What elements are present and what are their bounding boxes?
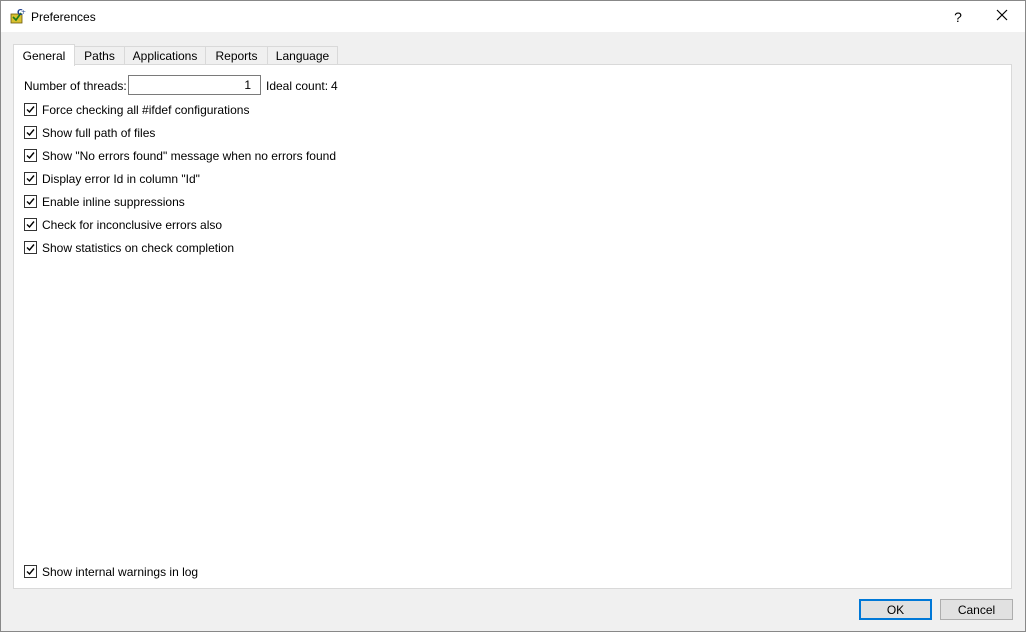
checkbox[interactable] bbox=[24, 126, 37, 139]
ok-button-label: OK bbox=[886, 602, 905, 617]
option-label: Enable inline suppressions bbox=[42, 194, 185, 209]
general-tab-panel: Number of threads: 1 Ideal count: 4 Forc… bbox=[13, 64, 1012, 589]
checkbox[interactable] bbox=[24, 565, 37, 578]
close-button[interactable] bbox=[983, 1, 1021, 32]
option-show-statistics[interactable]: Show statistics on check completion bbox=[24, 239, 234, 256]
option-inline-suppressions[interactable]: Enable inline suppressions bbox=[24, 193, 185, 210]
ok-button[interactable]: OK bbox=[859, 599, 932, 620]
checkbox[interactable] bbox=[24, 149, 37, 162]
tab-applications[interactable]: Applications bbox=[124, 46, 206, 64]
tab-paths[interactable]: Paths bbox=[74, 46, 125, 64]
checkbox[interactable] bbox=[24, 103, 37, 116]
threads-label: Number of threads: bbox=[24, 79, 127, 93]
tab-language[interactable]: Language bbox=[267, 46, 338, 64]
cppcheck-app-icon: C + bbox=[10, 8, 26, 24]
checkmark-icon bbox=[26, 221, 35, 229]
option-force-ifdef[interactable]: Force checking all #ifdef configurations bbox=[24, 101, 249, 118]
checkbox[interactable] bbox=[24, 172, 37, 185]
checkmark-icon bbox=[26, 244, 35, 252]
option-label: Display error Id in column "Id" bbox=[42, 171, 200, 186]
checkbox[interactable] bbox=[24, 241, 37, 254]
title-bar: C + Preferences ? bbox=[1, 1, 1025, 32]
option-label: Show statistics on check completion bbox=[42, 240, 235, 255]
help-button[interactable]: ? bbox=[939, 1, 977, 32]
checkmark-icon bbox=[26, 129, 35, 137]
checkmark-icon bbox=[26, 175, 35, 183]
help-icon: ? bbox=[954, 8, 962, 25]
tab-label: Applications bbox=[132, 48, 198, 63]
option-label: Show full path of files bbox=[42, 125, 156, 140]
svg-text:+: + bbox=[21, 9, 26, 16]
window-title: Preferences bbox=[31, 10, 96, 24]
checkmark-icon bbox=[26, 198, 35, 206]
option-label: Force checking all #ifdef configurations bbox=[42, 102, 250, 117]
option-label: Show internal warnings in log bbox=[42, 564, 199, 579]
tab-label: Paths bbox=[84, 48, 115, 63]
threads-input[interactable]: 1 bbox=[128, 75, 261, 95]
option-label: Check for inconclusive errors also bbox=[42, 217, 223, 232]
tab-label: General bbox=[22, 48, 66, 63]
option-internal-warnings[interactable]: Show internal warnings in log bbox=[24, 563, 198, 580]
tab-label: Reports bbox=[215, 48, 258, 63]
preferences-dialog: C + Preferences ? General Paths Applicat… bbox=[0, 0, 1026, 632]
option-inconclusive-errors[interactable]: Check for inconclusive errors also bbox=[24, 216, 222, 233]
ideal-count-value: 4 bbox=[331, 79, 338, 93]
tab-general[interactable]: General bbox=[13, 44, 75, 66]
checkbox[interactable] bbox=[24, 218, 37, 231]
checkmark-icon bbox=[26, 106, 35, 114]
close-icon bbox=[996, 9, 1008, 24]
option-no-errors-message[interactable]: Show "No errors found" message when no e… bbox=[24, 147, 336, 164]
cancel-button[interactable]: Cancel bbox=[940, 599, 1013, 620]
tab-reports[interactable]: Reports bbox=[205, 46, 268, 64]
checkmark-icon bbox=[26, 152, 35, 160]
cancel-button-label: Cancel bbox=[957, 602, 996, 617]
checkbox[interactable] bbox=[24, 195, 37, 208]
option-full-path[interactable]: Show full path of files bbox=[24, 124, 155, 141]
option-error-id-column[interactable]: Display error Id in column "Id" bbox=[24, 170, 200, 187]
checkmark-icon bbox=[26, 568, 35, 576]
option-label: Show "No errors found" message when no e… bbox=[42, 148, 337, 163]
ideal-count-label: Ideal count: bbox=[266, 79, 329, 93]
tab-label: Language bbox=[275, 48, 330, 63]
